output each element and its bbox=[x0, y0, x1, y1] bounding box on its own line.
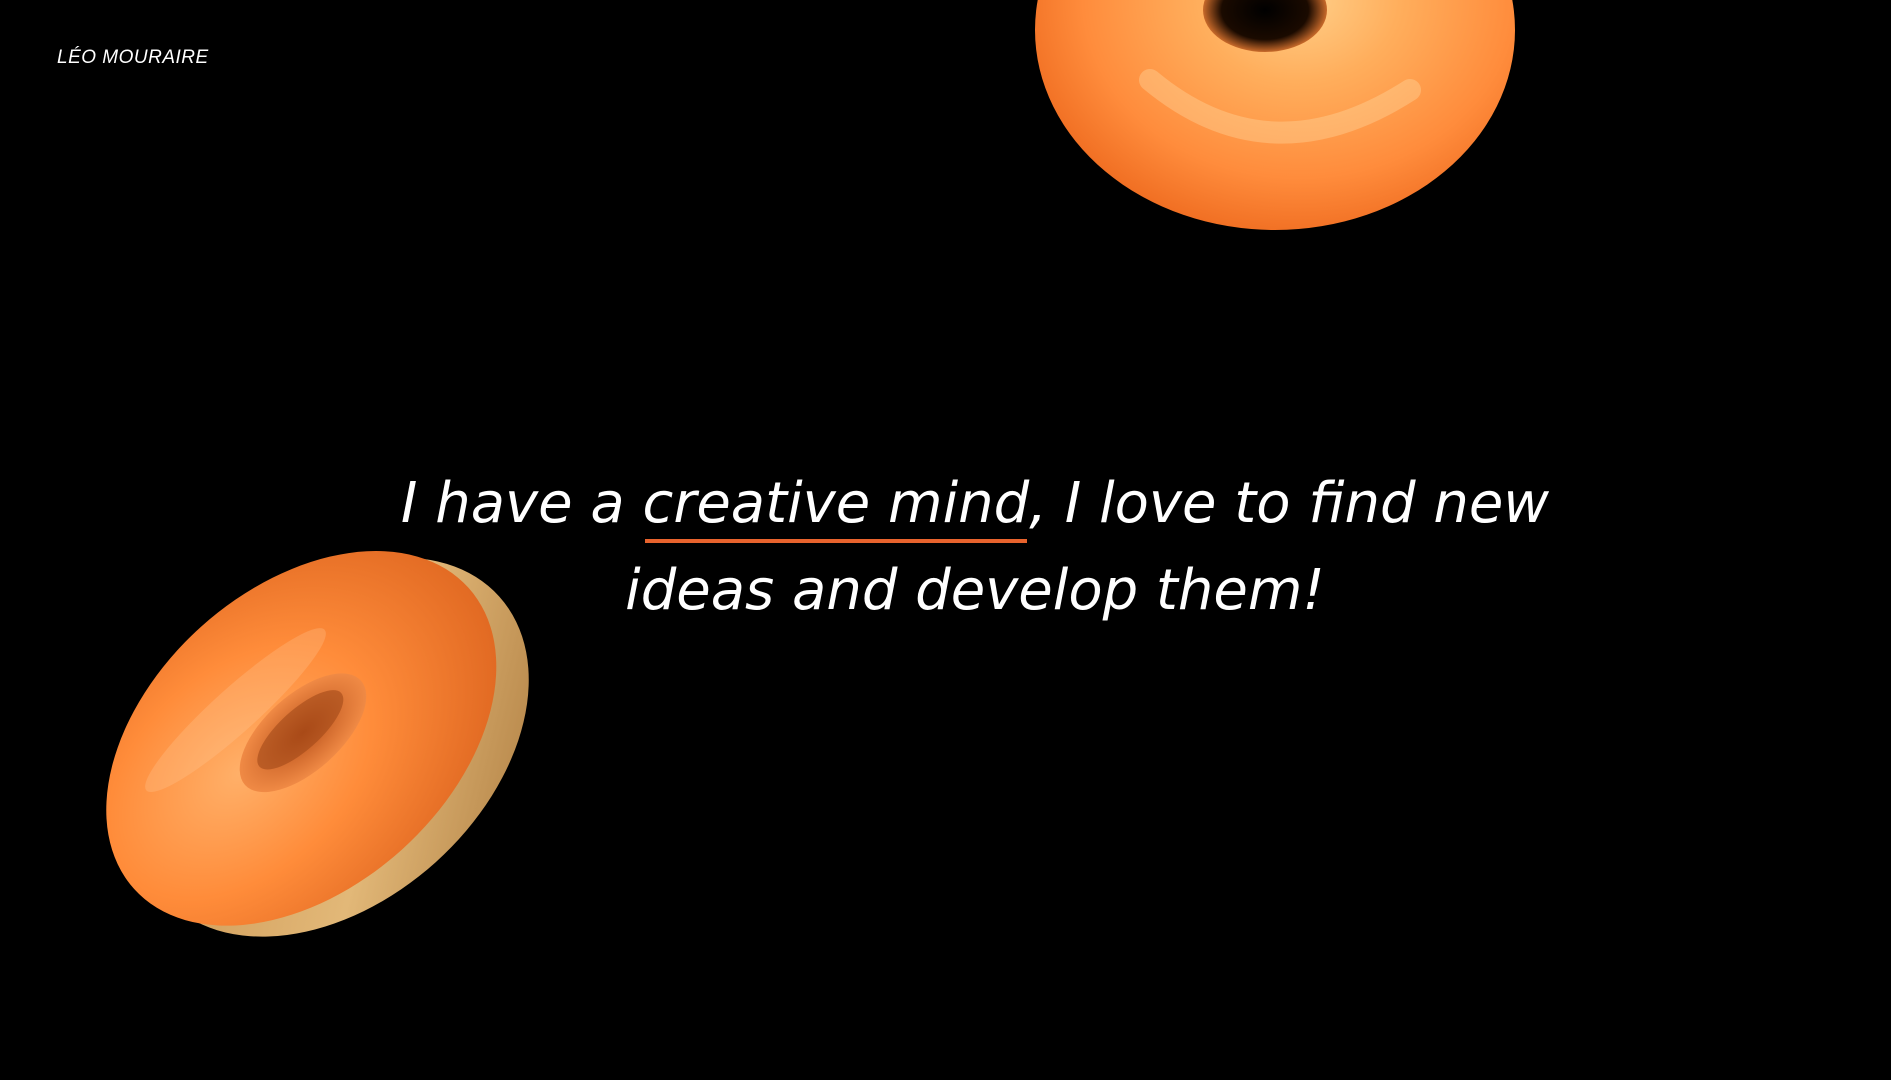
brand-logo[interactable]: LÉO MOURAIRE bbox=[57, 47, 209, 69]
headline-line-2: ideas and develop them! bbox=[625, 558, 1325, 623]
page: LÉO MOURAIRE I have a creative mind, I l… bbox=[0, 0, 1891, 1080]
donut-top-icon bbox=[1035, 0, 1515, 230]
headline-text-before: I have a bbox=[400, 471, 643, 536]
hero-headline: I have a creative mind, I love to find n… bbox=[345, 460, 1605, 634]
headline-line-1: I have a creative mind, I love to find n… bbox=[345, 460, 1605, 547]
headline-text-after: , I love to find new bbox=[1029, 471, 1550, 536]
headline-highlight: creative mind bbox=[643, 460, 1029, 547]
